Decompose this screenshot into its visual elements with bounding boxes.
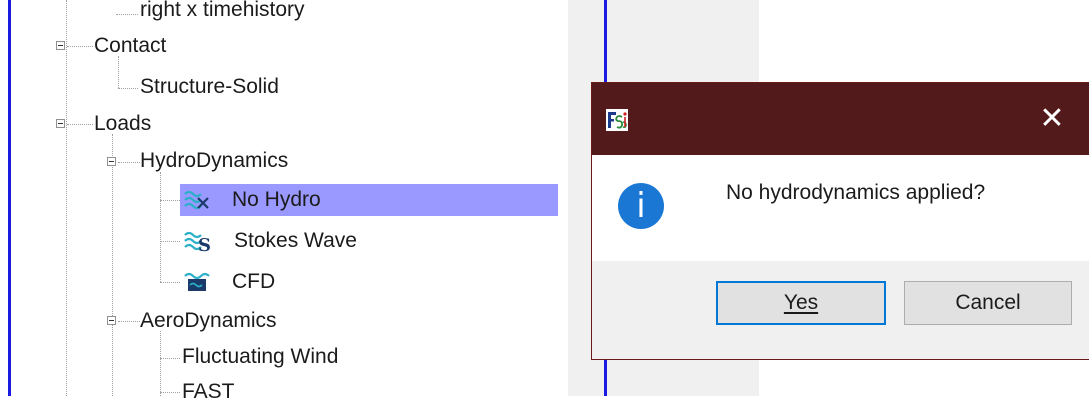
tree-connector	[160, 282, 180, 283]
confirm-dialog: ✕ i No hydrodynamics applied? Yes Cancel	[591, 82, 1089, 360]
dialog-titlebar[interactable]: ✕	[592, 83, 1089, 155]
tree-node-stokes-wave[interactable]: Stokes Wave	[234, 227, 357, 255]
info-icon: i	[618, 183, 664, 229]
fssi-logo-icon	[606, 109, 628, 131]
tree-node-contact[interactable]: Contact	[94, 32, 166, 60]
tree-connector	[116, 14, 138, 15]
dialog-content: i No hydrodynamics applied?	[592, 155, 1089, 261]
tree-view: right x timehistory Contact Structure-So…	[0, 0, 568, 403]
collapse-hydrodynamics-icon[interactable]	[107, 157, 116, 166]
tree-node-structure-solid[interactable]: Structure-Solid	[140, 73, 279, 101]
tree-node-fluctuating-wind[interactable]: Fluctuating Wind	[182, 343, 338, 371]
tree-connector	[118, 162, 140, 163]
close-button[interactable]: ✕	[1032, 101, 1072, 137]
collapse-aerodynamics-icon[interactable]	[107, 316, 116, 325]
yes-button[interactable]: Yes	[716, 281, 886, 325]
tree-connector	[67, 124, 93, 125]
tree-connector	[160, 200, 180, 201]
tree-connector	[160, 241, 180, 242]
tree-connector	[160, 358, 180, 359]
tree-connector	[118, 321, 140, 322]
tree-guideline	[66, 0, 67, 396]
tree-guideline	[118, 56, 119, 88]
collapse-contact-icon[interactable]	[56, 41, 65, 50]
cancel-button[interactable]: Cancel	[904, 281, 1072, 325]
tree-node-cfd[interactable]: CFD	[232, 268, 275, 296]
dialog-message: No hydrodynamics applied?	[726, 181, 986, 204]
stokes-wave-icon: S	[184, 231, 210, 252]
no-hydro-icon	[184, 190, 209, 210]
collapse-loads-icon[interactable]	[56, 119, 65, 128]
cfd-icon	[184, 272, 210, 291]
yes-label: Yes	[783, 291, 819, 314]
tree-node-timehistory[interactable]: right x timehistory	[140, 0, 305, 24]
tree-guideline	[112, 134, 113, 396]
tree-connector	[160, 392, 180, 393]
tree-node-fast[interactable]: FAST	[182, 378, 235, 406]
svg-text:S: S	[198, 235, 210, 252]
tree-node-no-hydro[interactable]: No Hydro	[232, 186, 321, 214]
tree-guideline	[160, 331, 161, 396]
tree-connector	[118, 88, 138, 89]
tree-connector	[67, 46, 93, 47]
tree-guideline	[160, 172, 161, 282]
tree-node-loads[interactable]: Loads	[94, 110, 151, 138]
tree-node-hydrodynamics[interactable]: HydroDynamics	[140, 147, 288, 175]
